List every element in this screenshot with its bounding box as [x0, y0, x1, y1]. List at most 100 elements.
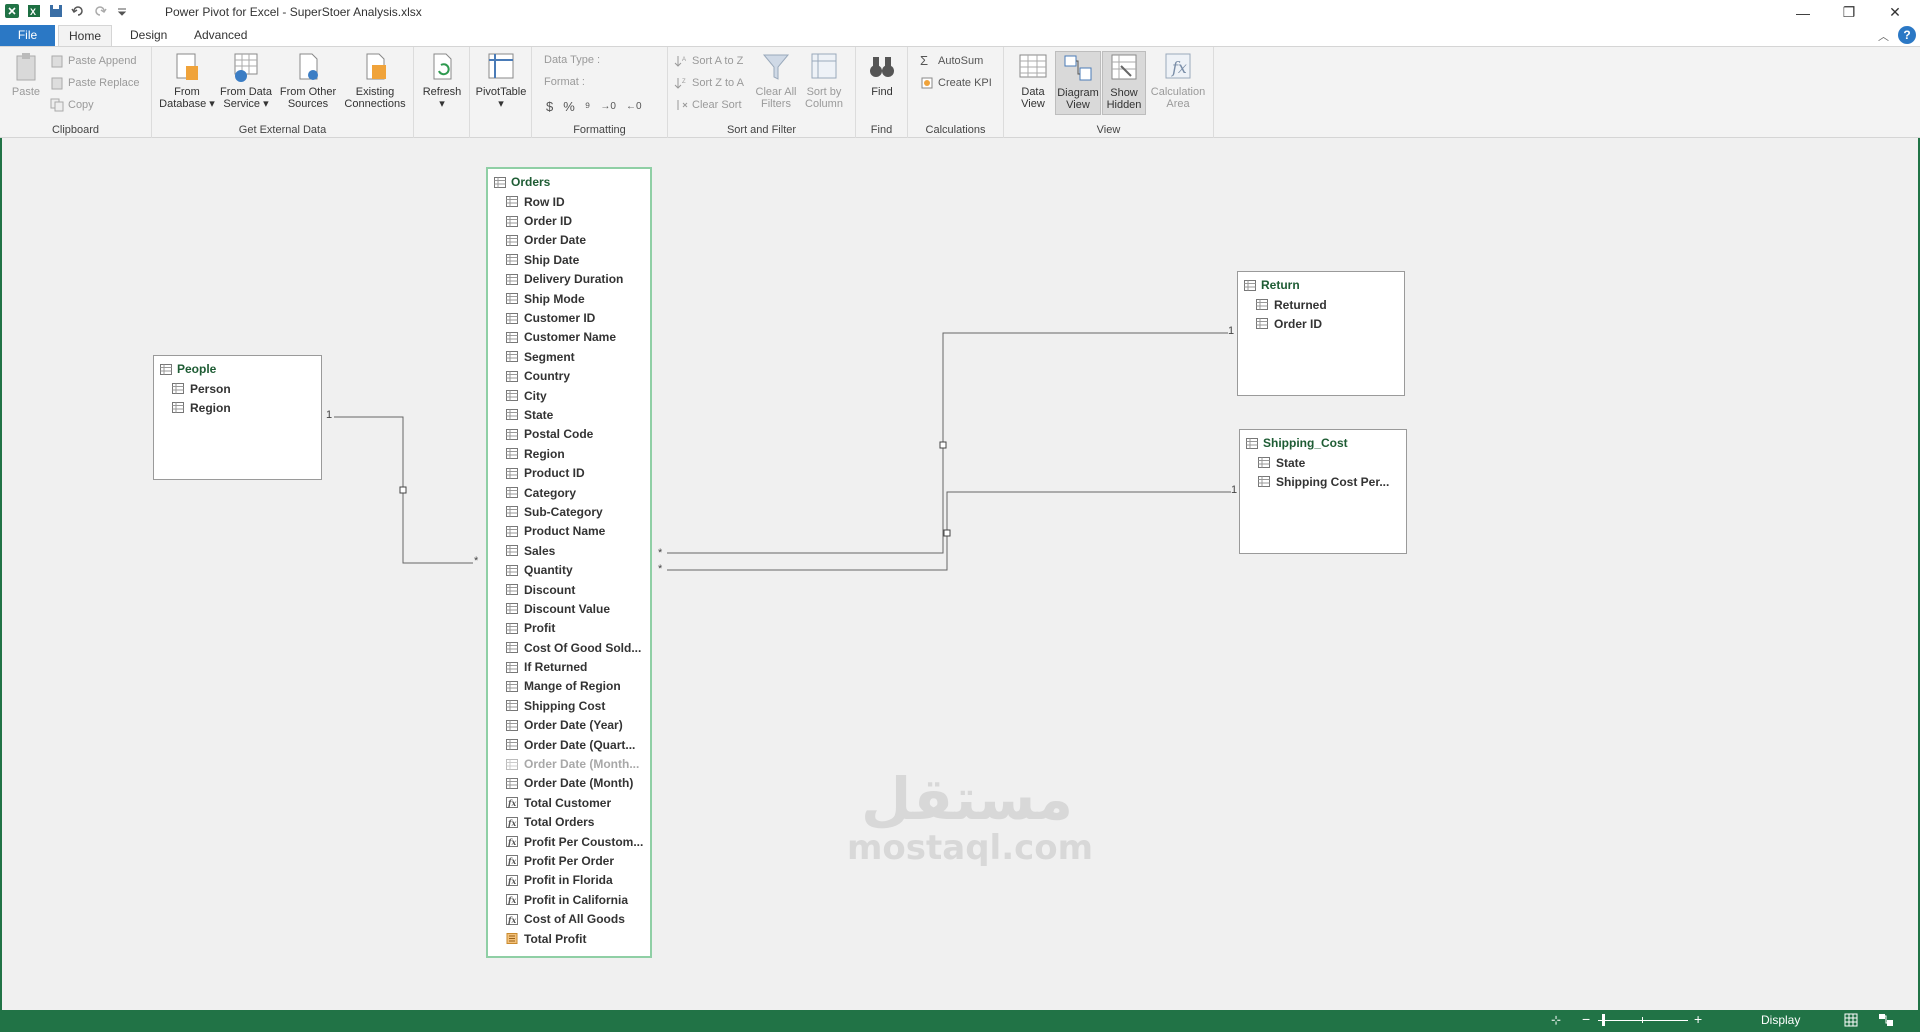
currency-button[interactable]: $ [546, 99, 553, 114]
column-item[interactable]: Cost Of Good Sold... [506, 638, 650, 657]
from-database-button[interactable]: From Database ▾ [158, 51, 216, 110]
column-item[interactable]: Discount Value [506, 599, 650, 618]
table-orders-header[interactable]: Orders [488, 172, 650, 192]
zoom-slider-thumb[interactable] [1602, 1014, 1605, 1026]
percent-button[interactable]: % [563, 99, 575, 114]
diagram-canvas[interactable]: 1 * * * 1 1 People Person Region Orders … [0, 138, 1920, 1010]
column-item[interactable]: Discount [506, 580, 650, 599]
column-item[interactable]: Sales [506, 541, 650, 560]
relationship-orders-shipping-cost[interactable] [667, 491, 1231, 571]
paste-button[interactable]: Paste [8, 51, 44, 98]
column-item[interactable]: Shipping Cost [506, 696, 650, 715]
column-item[interactable]: Order Date [506, 231, 650, 250]
column-item[interactable]: Person [172, 379, 321, 398]
pivottable-button[interactable]: PivotTable ▾ [474, 51, 528, 110]
from-data-service-button[interactable]: From Data Service ▾ [216, 51, 276, 110]
column-item[interactable]: Region [506, 444, 650, 463]
sort-z-to-a-button[interactable]: Z Sort Z to A [674, 76, 744, 90]
sort-by-column-button[interactable]: Sort by Column [800, 51, 848, 110]
column-item[interactable]: Sub-Category [506, 502, 650, 521]
table-return[interactable]: Return Returned Order ID [1237, 271, 1405, 396]
kpi-item[interactable]: Total Profit [506, 929, 650, 948]
zoom-slider[interactable] [1598, 1014, 1688, 1026]
tab-advanced[interactable]: Advanced [184, 25, 257, 46]
measure-item[interactable]: fx Total Customer [506, 793, 650, 812]
tab-file[interactable]: File [0, 25, 55, 46]
column-item[interactable]: Delivery Duration [506, 270, 650, 289]
relationship-handle-people[interactable] [399, 486, 407, 494]
paste-append-button[interactable]: Paste Append [50, 54, 137, 68]
customize-qat-icon[interactable] [114, 3, 130, 19]
copy-button[interactable]: Copy [50, 98, 94, 112]
column-item[interactable]: State [1258, 453, 1406, 472]
calculation-area-button[interactable]: fx Calculation Area [1146, 51, 1210, 110]
column-item[interactable]: Order Date (Month... [506, 754, 650, 773]
show-hidden-button[interactable]: Show Hidden [1102, 51, 1146, 115]
table-shipping-cost-header[interactable]: Shipping_Cost [1240, 433, 1406, 453]
column-item[interactable]: Order ID [506, 211, 650, 230]
column-item[interactable]: Category [506, 483, 650, 502]
column-item[interactable]: Order Date (Year) [506, 716, 650, 735]
zoom-out-icon[interactable]: − [1582, 1011, 1590, 1027]
column-item[interactable]: Shipping Cost Per... [1258, 472, 1406, 491]
minimize-button[interactable]: — [1780, 0, 1826, 25]
comma-button[interactable]: ⁹ [585, 99, 591, 114]
measure-item[interactable]: fx Total Orders [506, 813, 650, 832]
find-button[interactable]: Find [860, 51, 904, 98]
refresh-button[interactable]: Refresh ▾ [418, 51, 466, 110]
clear-sort-button[interactable]: Clear Sort [674, 98, 742, 112]
clear-all-filters-button[interactable]: Clear All Filters [754, 51, 798, 110]
sort-a-to-z-button[interactable]: A Sort A to Z [674, 54, 743, 68]
relationship-people-orders[interactable] [334, 416, 473, 564]
column-item[interactable]: Country [506, 367, 650, 386]
help-icon[interactable]: ? [1898, 26, 1916, 44]
diagram-view-status-icon[interactable] [1878, 1013, 1894, 1030]
column-item[interactable]: Customer Name [506, 328, 650, 347]
measure-item[interactable]: fx Profit in Florida [506, 871, 650, 890]
data-view-button[interactable]: Data View [1012, 51, 1054, 110]
paste-replace-button[interactable]: Paste Replace [50, 76, 140, 90]
column-item[interactable]: Quantity [506, 560, 650, 579]
relationship-handle-return[interactable] [939, 441, 947, 449]
existing-connections-button[interactable]: Existing Connections [340, 51, 410, 110]
redo-icon[interactable] [92, 3, 108, 19]
zoom-in-icon[interactable]: + [1694, 1011, 1702, 1027]
table-shipping-cost[interactable]: Shipping_Cost State Shipping Cost Per... [1239, 429, 1407, 554]
table-return-header[interactable]: Return [1238, 275, 1404, 295]
excel-icon[interactable]: X [26, 3, 42, 19]
grid-view-icon[interactable] [1844, 1013, 1858, 1030]
table-people[interactable]: People Person Region [153, 355, 322, 480]
relationship-orders-return[interactable] [667, 332, 1228, 554]
column-item[interactable]: Product ID [506, 463, 650, 482]
column-item[interactable]: Profit [506, 619, 650, 638]
column-item[interactable]: Product Name [506, 522, 650, 541]
column-item[interactable]: Ship Mode [506, 289, 650, 308]
measure-item[interactable]: fx Profit Per Coustom... [506, 832, 650, 851]
column-item[interactable]: State [506, 405, 650, 424]
column-item[interactable]: Mange of Region [506, 677, 650, 696]
format-dropdown[interactable]: Format : [544, 76, 585, 88]
restore-button[interactable]: ❐ [1826, 0, 1872, 25]
column-item[interactable]: Region [172, 398, 321, 417]
measure-item[interactable]: fx Cost of All Goods [506, 909, 650, 928]
save-icon[interactable] [48, 3, 64, 19]
column-item[interactable]: Customer ID [506, 308, 650, 327]
autosum-button[interactable]: Σ AutoSum [920, 54, 983, 68]
increase-decimal-icon[interactable]: →0 [600, 101, 616, 112]
column-item[interactable]: If Returned [506, 657, 650, 676]
table-orders[interactable]: Orders Row ID Order ID Order Date Ship Date… [486, 167, 652, 958]
undo-icon[interactable] [70, 3, 86, 19]
create-kpi-button[interactable]: Create KPI [920, 76, 992, 90]
diagram-view-button[interactable]: Diagram View [1055, 51, 1101, 115]
decrease-decimal-icon[interactable]: ←0 [626, 101, 642, 112]
column-item[interactable]: Returned [1256, 295, 1404, 314]
measure-item[interactable]: fx Profit in California [506, 890, 650, 909]
data-type-dropdown[interactable]: Data Type : [544, 54, 600, 66]
column-item[interactable]: Order ID [1256, 314, 1404, 333]
close-button[interactable]: ✕ [1872, 0, 1918, 25]
column-item[interactable]: Ship Date [506, 250, 650, 269]
column-item[interactable]: City [506, 386, 650, 405]
column-item[interactable]: Order Date (Month) [506, 774, 650, 793]
from-other-sources-button[interactable]: From Other Sources [276, 51, 340, 110]
fit-to-screen-icon[interactable]: ⊹ [1551, 1013, 1561, 1027]
